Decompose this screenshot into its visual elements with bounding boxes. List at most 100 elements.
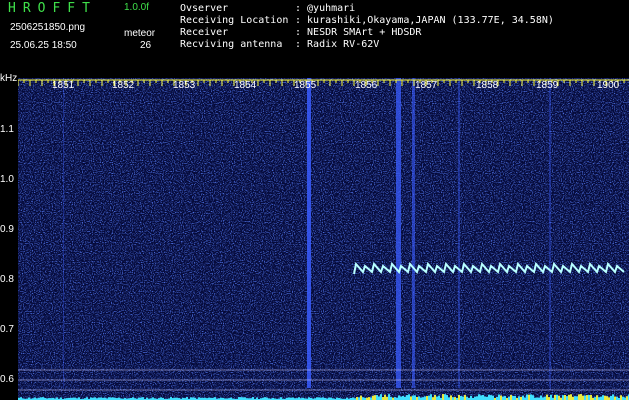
level-bar <box>426 396 428 400</box>
level-bar <box>406 395 408 400</box>
level-bar <box>626 396 628 400</box>
level-bar <box>388 394 390 400</box>
level-bar <box>502 396 504 400</box>
level-bar <box>424 396 426 400</box>
level-bar <box>398 395 400 400</box>
level-bar <box>450 395 452 400</box>
level-bar <box>400 396 402 400</box>
level-bar <box>402 395 404 400</box>
file-type: meteor <box>124 28 156 39</box>
level-bar <box>508 396 510 400</box>
level-bar <box>556 394 558 400</box>
level-bar <box>578 394 580 400</box>
level-bar <box>380 394 382 400</box>
level-bar <box>434 394 436 400</box>
x-tick-label: 1858 <box>476 80 499 91</box>
level-bar <box>444 394 446 400</box>
info-value: : NESDR SMArt + HDSDR <box>295 27 422 38</box>
level-bar <box>540 395 542 400</box>
file-name: 2506251850.png <box>10 22 86 33</box>
level-bar <box>550 394 552 400</box>
level-bar <box>460 395 462 400</box>
y-tick-label: 1.1 <box>0 124 14 135</box>
level-bar <box>558 395 560 400</box>
version-label: 1.0.0f <box>124 2 150 13</box>
info-label: Receiving Location <box>180 15 289 26</box>
y-tick-label: 0.7 <box>0 324 14 335</box>
interference-line <box>458 78 460 388</box>
interference-line <box>396 78 401 388</box>
x-tick-label: 1854 <box>234 80 257 91</box>
level-bar <box>474 396 476 400</box>
level-bar <box>414 395 416 400</box>
y-tick-label: 0.6 <box>0 374 14 385</box>
level-bar <box>476 396 478 400</box>
info-row-location: Receiving Location: kurashiki,Okayama,JA… <box>180 15 554 27</box>
info-row-observer: Ovserver: @yuhmari <box>180 3 355 15</box>
app-title: HROFFT <box>8 1 97 16</box>
level-bar <box>602 395 604 400</box>
level-bar <box>564 394 566 400</box>
level-bar <box>584 395 586 400</box>
interference-line <box>412 78 415 388</box>
level-bar <box>372 395 374 400</box>
level-bar <box>478 394 480 400</box>
level-bar <box>600 396 602 400</box>
level-bar <box>500 395 502 400</box>
level-bar <box>384 394 386 400</box>
level-bar <box>410 396 412 400</box>
level-bar <box>588 395 590 400</box>
interference-line <box>63 78 64 388</box>
x-tick-label: 1855 <box>294 80 317 91</box>
level-bar <box>514 395 516 400</box>
level-bar <box>418 396 420 400</box>
x-tick-label: 1859 <box>536 80 559 91</box>
info-value: : Radix RV-62V <box>295 39 380 50</box>
level-bar <box>596 395 598 400</box>
x-tick-label: 1857 <box>415 80 438 91</box>
level-bar <box>470 395 472 400</box>
x-tick-label: 1900 <box>597 80 620 91</box>
level-bar <box>544 396 546 400</box>
level-bar <box>446 395 448 400</box>
level-bar <box>582 395 584 400</box>
info-row-receiver: Receiver: NESDR SMArt + HDSDR <box>180 27 421 39</box>
level-bar <box>532 395 534 400</box>
level-bar <box>546 394 548 400</box>
level-bar <box>376 395 378 400</box>
level-bar <box>438 395 440 400</box>
level-bar <box>568 394 570 400</box>
level-bar <box>530 394 532 400</box>
timestamp: 25.06.25 18:50 <box>10 40 77 51</box>
level-bar <box>428 395 430 400</box>
level-bar <box>492 395 494 400</box>
level-bar <box>412 395 414 400</box>
level-bar <box>518 396 520 400</box>
level-bar <box>512 396 514 400</box>
noise-field <box>18 78 629 400</box>
level-bar <box>484 396 486 400</box>
level-bar <box>554 394 556 400</box>
level-bar <box>606 396 608 400</box>
level-bar <box>580 394 582 400</box>
level-bar <box>590 394 592 400</box>
info-label: Recviving antenna <box>180 39 283 50</box>
info-row-antenna: Recviving antenna : Radix RV-62V <box>180 39 379 51</box>
y-tick-label: 1.0 <box>0 174 14 185</box>
level-bar <box>480 395 482 400</box>
level-bar <box>562 395 564 400</box>
level-bar <box>408 394 410 400</box>
level-bar <box>586 395 588 400</box>
level-bar <box>482 395 484 400</box>
level-bar <box>510 394 512 400</box>
level-bar <box>566 396 568 400</box>
level-bar <box>490 395 492 400</box>
level-bar <box>436 396 438 400</box>
level-bar <box>488 394 490 400</box>
level-bar <box>574 396 576 400</box>
x-tick-label: 1856 <box>355 80 378 91</box>
level-bar <box>576 396 578 400</box>
x-tick-label: 1852 <box>112 80 135 91</box>
y-unit-label: kHz <box>0 73 18 84</box>
level-bar <box>620 395 622 400</box>
